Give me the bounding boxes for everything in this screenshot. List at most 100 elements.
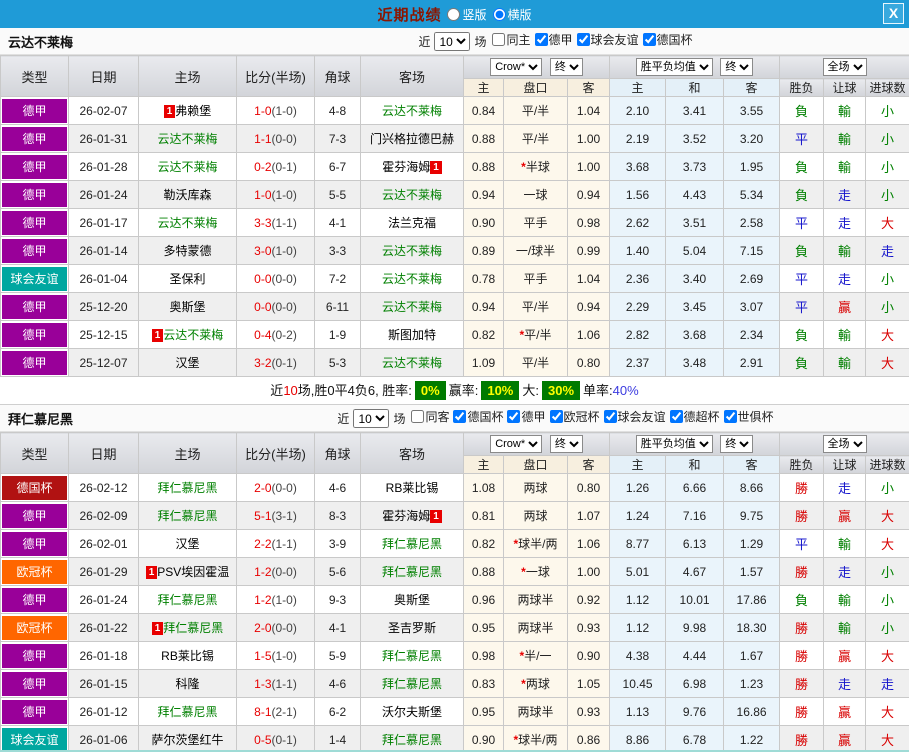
col-wdl: 胜负 (779, 78, 825, 97)
odds-away-cell: 1.05 (566, 669, 611, 698)
same-venue-filter[interactable]: 同主 (492, 31, 531, 48)
summary-text: 场,胜0平4负6, 胜率: (297, 383, 412, 398)
near-label: 近 (337, 411, 350, 426)
odds-home-cell: 0.95 (463, 697, 504, 726)
league-filter[interactable]: 欧冠杯 (549, 408, 600, 425)
league-checkbox[interactable] (507, 409, 521, 423)
scope-select[interactable]: 全场 (822, 435, 867, 453)
home-team-name: 云达不莱梅 (163, 328, 224, 342)
league-filter[interactable]: 德国杯 (453, 408, 503, 425)
avg-final-select[interactable]: 终 (720, 58, 754, 76)
summary-text: 单率: (583, 383, 613, 398)
avg-source-select[interactable]: 胜平负均值 (635, 435, 713, 453)
league-filter[interactable]: 球会友谊 (603, 408, 666, 425)
col-date: 日期 (68, 55, 139, 97)
avg-away-cell: 16.86 (723, 697, 781, 726)
league-checkbox[interactable] (603, 409, 617, 423)
odds-final-select[interactable]: 终 (549, 58, 583, 76)
team1-summary: 近10场,胜0平4负6, 胜率: 0% 赢率: 10% 大: 30% 单率:40% (0, 377, 909, 405)
odds-final-select[interactable]: 终 (549, 435, 583, 453)
league-filter[interactable]: 世俱杯 (723, 408, 774, 425)
odds-home-cell: 0.88 (463, 124, 504, 153)
score-cell: 0-0(0-0) (236, 292, 315, 321)
avg-group-header: 胜平负均值 终 (609, 432, 781, 456)
league-filter[interactable]: 德国杯 (642, 31, 693, 48)
odds-away-cell: 1.04 (566, 96, 611, 125)
odds-home-cell: 1.08 (463, 473, 504, 502)
away-team-name: 拜仁慕尼黑 (381, 677, 442, 691)
date-cell: 26-01-15 (68, 669, 139, 698)
match-count-select[interactable]: 10 (434, 32, 471, 52)
score-cell: 0-5(0-1) (236, 725, 315, 750)
result-handicap-cell: 贏 (823, 697, 867, 726)
home-team-name: 多特蒙德 (163, 244, 212, 258)
result-wdl-cell: 勝 (779, 473, 825, 502)
horizontal-radio[interactable] (492, 7, 506, 21)
odds-source-select[interactable]: Crow* (490, 58, 543, 76)
avg-draw-cell: 5.04 (665, 236, 725, 265)
summary-text: 40% (612, 383, 639, 398)
scope-select[interactable]: 全场 (822, 58, 867, 76)
handicap-star: * (513, 733, 519, 747)
avg-home-cell: 3.68 (609, 152, 667, 181)
league-checkbox[interactable] (669, 409, 683, 423)
handicap-cell: 一球 (503, 180, 568, 209)
handicap-cell: 平/半 (503, 124, 568, 153)
avg-source-select[interactable]: 胜平负均值 (635, 58, 713, 76)
corners-cell: 7-2 (314, 264, 361, 293)
match-row: 德甲 26-01-17 云达不莱梅 3-3(1-1) 4-1 法兰克福 0.90 平手 0.98… (0, 208, 909, 237)
match-count-select[interactable]: 10 (353, 409, 390, 429)
league-checkbox[interactable] (642, 32, 656, 46)
league-checkbox[interactable] (576, 32, 590, 46)
same-venue-checkbox[interactable] (411, 409, 425, 423)
result-wdl-cell: 負 (779, 320, 825, 349)
league-filter[interactable]: 德甲 (534, 31, 573, 48)
avg-draw-cell: 4.43 (665, 180, 725, 209)
result-wdl-cell: 負 (779, 585, 825, 614)
col-corner: 角球 (314, 55, 361, 97)
layout-horizontal-option[interactable]: 横版 (492, 6, 532, 23)
odds-home-cell: 0.82 (463, 529, 504, 558)
home-cell: 奥斯堡 (138, 292, 237, 321)
layout-vertical-option[interactable]: 竖版 (447, 6, 487, 23)
away-cell: 门兴格拉德巴赫 (360, 124, 464, 153)
col-odds-home: 主 (463, 455, 504, 474)
odds-source-select[interactable]: Crow* (490, 435, 543, 453)
league-cell: 德甲 (0, 669, 69, 698)
col-avg-home: 主 (609, 78, 667, 97)
result-goals-cell: 大 (865, 208, 909, 237)
away-cell: 云达不莱梅 (360, 264, 464, 293)
close-icon[interactable]: X (883, 3, 904, 24)
score-cell: 2-0(0-0) (236, 473, 315, 502)
corners-cell: 4-1 (314, 613, 361, 642)
away-team-name: 拜仁慕尼黑 (381, 537, 442, 551)
match-row: 德甲 26-02-09 拜仁慕尼黑 5-1(3-1) 8-3 霍芬海姆 1 0.81 两球 1.0… (0, 501, 909, 530)
league-filter[interactable]: 德超杯 (669, 408, 720, 425)
team2-filters: 近 10 场 同客 德国杯 德甲 欧冠杯 球会友谊 德超杯 世俱杯 (200, 408, 909, 429)
handicap-cell: *半/一 (503, 641, 568, 670)
avg-draw-cell: 10.01 (665, 585, 725, 614)
league-filter-label: 德甲 (548, 32, 573, 47)
league-checkbox[interactable] (549, 409, 563, 423)
rate-badge: 10% (481, 381, 520, 400)
league-checkbox[interactable] (453, 409, 467, 423)
league-checkbox[interactable] (723, 409, 737, 423)
league-checkbox[interactable] (534, 32, 548, 46)
avg-final-select[interactable]: 终 (720, 435, 754, 453)
same-venue-filter[interactable]: 同客 (411, 408, 449, 425)
avg-home-cell: 2.19 (609, 124, 667, 153)
result-goals-cell: 小 (865, 473, 909, 502)
result-goals-cell: 小 (865, 264, 909, 293)
vertical-radio[interactable] (447, 7, 461, 21)
league-filter[interactable]: 德甲 (507, 408, 546, 425)
summary-text: 10 (283, 383, 298, 398)
league-filter[interactable]: 球会友谊 (576, 31, 639, 48)
same-venue-checkbox[interactable] (492, 32, 506, 46)
col-home: 主场 (138, 55, 237, 97)
odds-away-cell: 1.04 (566, 264, 611, 293)
score-cell: 0-0(0-0) (236, 264, 315, 293)
handicap-cell: *球半/两 (503, 529, 568, 558)
vertical-radio-label: 竖版 (462, 7, 487, 22)
away-cell: 云达不莱梅 (360, 96, 464, 125)
match-row: 欧冠杯 26-01-22 1 拜仁慕尼黑 2-0(0-0) 4-1 圣吉罗斯 0.95 两球半 0… (0, 613, 909, 642)
